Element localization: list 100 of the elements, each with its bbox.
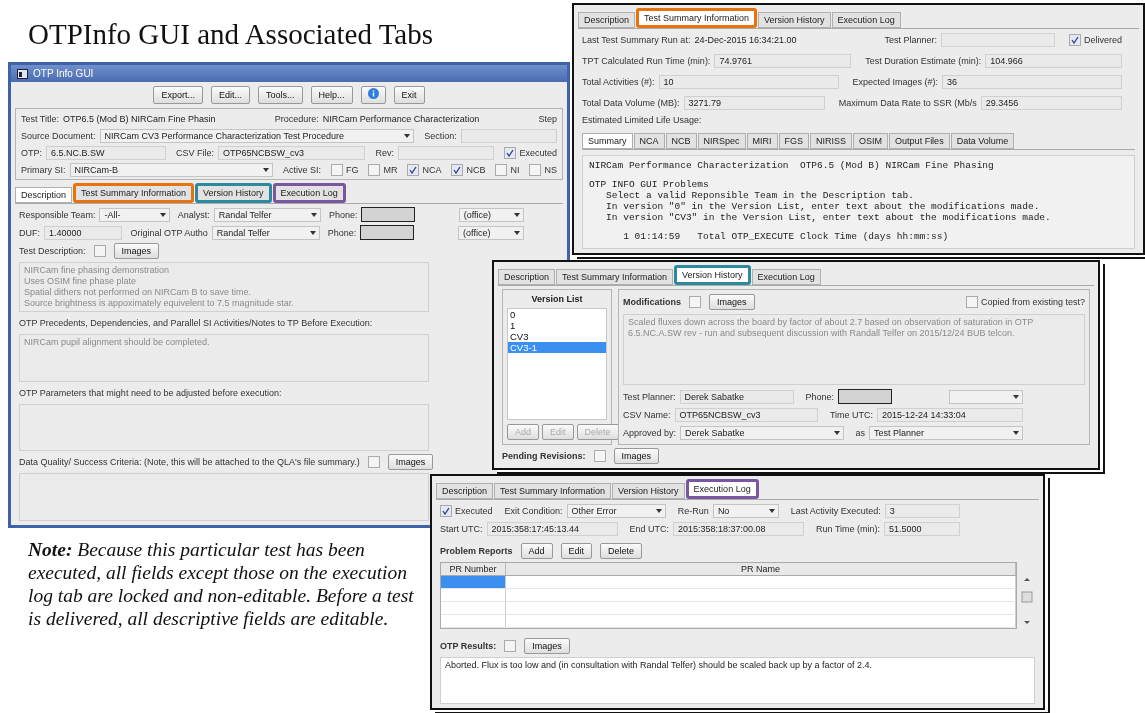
toolbar-button[interactable]: Help...	[310, 86, 353, 104]
tab[interactable]: Version History	[758, 12, 831, 28]
field-value: 24-Dec-2015 16:34:21.00	[694, 34, 797, 45]
dropdown[interactable]	[948, 389, 1023, 404]
sub-tab[interactable]: NCB	[665, 133, 697, 149]
dropdown[interactable]: NIRCam CV3 Performance Characterization Test Procedure	[99, 128, 415, 143]
dropdown[interactable]: Test Planner	[869, 425, 1023, 440]
images-button[interactable]: Images	[524, 638, 570, 654]
text-field[interactable]	[941, 32, 1055, 47]
dropdown[interactable]: (office)	[458, 207, 524, 222]
sub-tab[interactable]: Summary	[582, 133, 633, 149]
checkbox[interactable]	[965, 296, 978, 308]
text-field[interactable]: 10	[658, 74, 839, 89]
text-field[interactable]: 104.966	[985, 53, 1122, 68]
checkbox[interactable]	[504, 146, 517, 159]
dropdown[interactable]: NIRCam-B	[69, 162, 273, 177]
tab[interactable]: Description	[436, 483, 494, 499]
checkbox[interactable]	[407, 163, 420, 176]
text-field[interactable]: 3271.79	[683, 95, 825, 110]
dropdown[interactable]: Randal Telfer	[211, 225, 320, 240]
text-field[interactable]: 3	[884, 503, 960, 518]
sub-tab[interactable]: NIRSpec	[697, 133, 746, 149]
action-button[interactable]: Add	[520, 543, 553, 559]
checkbox[interactable]	[330, 163, 343, 176]
text-field[interactable]: 74.9761	[714, 53, 852, 68]
text-area[interactable]	[19, 473, 429, 521]
tab[interactable]: Test Summary Information	[636, 8, 758, 28]
field-label: Expected Images (#):	[852, 76, 939, 87]
sub-tab[interactable]: Data Volume	[950, 133, 1015, 149]
tab[interactable]: Execution Log	[831, 12, 901, 28]
sub-tab[interactable]: OSIM	[853, 133, 889, 149]
checkbox[interactable]	[1068, 33, 1081, 46]
sub-tab[interactable]: Output Files	[889, 133, 950, 149]
table-cell[interactable]	[441, 576, 506, 588]
checkbox[interactable]	[367, 456, 380, 469]
action-button[interactable]: Edit	[560, 543, 593, 559]
tab[interactable]: Execution Log	[751, 269, 821, 285]
checkbox[interactable]	[593, 450, 606, 462]
text-field[interactable]: 29.3456	[980, 95, 1122, 110]
checkbox[interactable]	[93, 245, 106, 257]
text-field[interactable]: 51.5000	[884, 521, 960, 536]
sub-tab[interactable]: FGS	[778, 133, 810, 149]
images-button[interactable]: Images	[387, 454, 434, 471]
list-item[interactable]: 0	[508, 309, 606, 320]
text-field[interactable]: OTP65NCBSW_cv3	[674, 407, 818, 422]
list-item[interactable]: 1	[508, 320, 606, 331]
text-field[interactable]: 6.5.NC.B.SW	[46, 145, 166, 160]
toolbar-button[interactable]: Edit...	[210, 86, 250, 104]
checkbox[interactable]	[495, 163, 508, 176]
sub-tab[interactable]: MIRI	[746, 133, 778, 149]
images-button[interactable]: Images	[709, 294, 755, 310]
text-field[interactable]: 1.40000	[44, 225, 123, 240]
text-area[interactable]: Aborted. Flux is too low and (in consultation with Randal Telfer) should be scaled back up by a factor of 2.4.	[440, 657, 1035, 704]
images-button[interactable]: Images	[613, 448, 660, 464]
tab[interactable]: Description	[15, 187, 73, 203]
tab[interactable]: Description	[498, 269, 556, 285]
dropdown[interactable]: No	[712, 503, 779, 518]
images-button[interactable]: Images	[113, 243, 160, 259]
text-field[interactable]: 36	[942, 74, 1122, 89]
checkbox[interactable]	[440, 504, 452, 517]
checkbox[interactable]	[689, 296, 701, 308]
text-field[interactable]: Derek Sabatke	[679, 389, 794, 404]
dropdown[interactable]: Other Error	[566, 503, 666, 518]
text-field[interactable]: 2015:358:18:37:00.08	[673, 521, 805, 536]
list-item[interactable]: CV3	[508, 331, 606, 342]
checkbox[interactable]	[451, 163, 464, 176]
tab[interactable]: Test Summary Information	[556, 269, 674, 285]
text-field[interactable]: 2015:358:17:45:13.44	[486, 521, 618, 536]
checkbox[interactable]	[368, 163, 381, 176]
text-field[interactable]	[460, 128, 557, 143]
text-field[interactable]: OTP65NCBSW_cv3	[218, 145, 366, 160]
sub-tab[interactable]: NCA	[633, 133, 665, 149]
sub-tab[interactable]: NIRISS	[810, 133, 853, 149]
toolbar-button[interactable]: Tools...	[258, 86, 303, 104]
tab[interactable]: Execution Log	[685, 479, 759, 499]
dropdown[interactable]: (office)	[458, 225, 524, 240]
field-label: Procedure:	[274, 113, 319, 124]
caret-icon	[833, 430, 840, 435]
dropdown[interactable]: -All-	[99, 207, 170, 222]
field-label: Phone:	[328, 209, 358, 220]
checkbox[interactable]	[504, 640, 517, 652]
field-label: Time UTC:	[829, 409, 874, 420]
tab[interactable]: Execution Log	[272, 183, 346, 203]
tab[interactable]: Test Summary Information	[494, 483, 612, 499]
text-field[interactable]: 2015-12-24 14:33:04	[877, 407, 1023, 422]
checkbox[interactable]	[529, 163, 542, 176]
toolbar-button[interactable]: Export...	[153, 86, 203, 104]
text-field[interactable]	[398, 145, 495, 160]
dropdown[interactable]: Derek Sabatke	[680, 425, 844, 440]
tab[interactable]: Version History	[674, 265, 751, 285]
info-button[interactable]	[360, 86, 386, 104]
tab[interactable]: Version History	[195, 183, 272, 203]
text-area[interactable]	[19, 403, 429, 452]
tab[interactable]: Version History	[612, 483, 685, 499]
dropdown[interactable]: Randal Telfer	[213, 207, 321, 222]
action-button[interactable]: Delete	[600, 543, 643, 559]
tab[interactable]: Test Summary Information	[73, 183, 195, 203]
toolbar-button[interactable]: Exit	[393, 86, 425, 104]
redacted-field	[838, 389, 893, 404]
tab[interactable]: Description	[578, 12, 636, 28]
